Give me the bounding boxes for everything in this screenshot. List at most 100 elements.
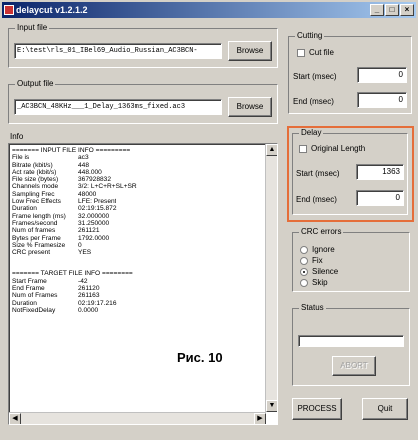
- info-row: Num of Frames 261163: [12, 292, 265, 299]
- info-value: 3/2: L+C+R+SL+SR: [78, 183, 137, 191]
- target-info-header: ======= TARGET FILE INFO ========: [12, 270, 133, 278]
- status-progress-bar: [298, 335, 404, 347]
- info-row: End Frame 261120: [12, 285, 265, 292]
- info-key: Channels mode: [12, 183, 59, 191]
- info-value: ac3: [78, 154, 89, 162]
- info-value: 261120: [78, 285, 100, 293]
- app-icon: [4, 5, 14, 15]
- info-value: 02:19:17.216: [78, 299, 117, 307]
- info-row: Frame length (ms) 32.000000: [12, 213, 265, 220]
- figure-caption: Рис. 10: [177, 350, 223, 365]
- info-row: Bitrate (kbit/s) 448: [12, 162, 265, 169]
- scroll-right-arrow-icon[interactable]: ▶: [254, 413, 266, 424]
- info-key: Num of frames: [12, 227, 56, 235]
- info-row: File size (bytes) 367928832: [12, 176, 265, 183]
- crc-errors-group: CRC errors: [292, 227, 410, 292]
- info-value: 261163: [78, 292, 100, 300]
- cut-file-label: Cut file: [309, 48, 334, 57]
- info-key: Frames/second: [12, 219, 58, 227]
- info-key: Duration: [12, 205, 37, 213]
- info-value: 31.250000: [78, 219, 110, 227]
- info-row: Duration 02:19:17.216: [12, 300, 265, 307]
- crc-errors-label: CRC errors: [299, 227, 344, 236]
- output-file-field[interactable]: _AC3BCN_48KHz___1_Delay_1363ms_fixed.ac3: [14, 99, 222, 115]
- info-key: Bytes per Frame: [12, 234, 61, 242]
- info-key: CRC present: [12, 249, 51, 257]
- crc-option-label: Fix: [312, 256, 323, 265]
- info-row: Frames/second 31.250000: [12, 220, 265, 227]
- info-key: NotFixedDelay: [12, 306, 56, 314]
- crc-option-label: Silence: [312, 267, 339, 276]
- crc-radio-fix[interactable]: [300, 257, 308, 265]
- info-value: 48000: [78, 190, 97, 198]
- process-button[interactable]: PROCESS: [292, 398, 342, 420]
- info-key: Frame length (ms): [12, 212, 66, 220]
- info-value: 1792.0000: [78, 234, 110, 242]
- info-row: Sampling Frec 48000: [12, 191, 265, 198]
- info-row: Channels mode 3/2: L+C+R+SL+SR: [12, 183, 265, 190]
- info-row: CRC present YES: [12, 249, 265, 256]
- info-row: NotFixedDelay 0.0000: [12, 307, 265, 314]
- info-key: File size (bytes): [12, 176, 59, 184]
- info-value: 261121: [78, 227, 100, 235]
- output-file-label: Output file: [15, 79, 56, 88]
- info-value: 32.000000: [78, 212, 110, 220]
- quit-button[interactable]: Quit: [362, 398, 408, 420]
- info-key: Start Frame: [12, 277, 47, 285]
- close-button[interactable]: ×: [400, 4, 414, 16]
- info-value: 0.0000: [78, 306, 99, 314]
- info-value: 448.000: [78, 168, 102, 176]
- scroll-up-arrow-icon[interactable]: ▲: [266, 144, 277, 156]
- input-info-header: ======= INPUT FILE INFO =========: [12, 147, 131, 154]
- info-row: File is ac3: [12, 154, 265, 161]
- window-title: delaycut v1.2.1.2: [16, 5, 88, 15]
- cut-start-field[interactable]: 0: [357, 67, 407, 83]
- crc-option-label: Skip: [312, 278, 328, 287]
- info-row: Size % Framesize 0: [12, 242, 265, 249]
- input-browse-button[interactable]: Browse: [228, 41, 272, 61]
- cut-end-field[interactable]: 0: [357, 92, 407, 108]
- info-value: 02:19:15.872: [78, 205, 117, 213]
- info-row: Num of frames 261121: [12, 227, 265, 234]
- info-value: LFE: Present: [78, 198, 117, 206]
- info-row: Start Frame -42: [12, 278, 265, 285]
- input-file-label: Input file: [15, 23, 50, 32]
- info-value: -42: [78, 277, 88, 285]
- info-value: 448: [78, 161, 90, 169]
- maximize-button[interactable]: □: [385, 4, 399, 16]
- info-key: Act rate (kbit/s): [12, 168, 57, 176]
- delaycut-window: delaycut v1.2.1.2 _ □ × Input file E:\te…: [0, 0, 418, 440]
- info-key: Size % Framesize: [12, 241, 66, 249]
- info-key: Num of Frames: [12, 292, 58, 300]
- info-key: Sampling Frec: [12, 190, 55, 198]
- cutting-label: Cutting: [295, 31, 325, 40]
- horizontal-scrollbar[interactable]: ◀ ▶: [9, 412, 266, 424]
- minimize-button[interactable]: _: [370, 4, 384, 16]
- scroll-left-arrow-icon[interactable]: ◀: [9, 413, 21, 424]
- vertical-scrollbar[interactable]: ▲ ▼: [265, 144, 277, 412]
- output-browse-button[interactable]: Browse: [228, 97, 272, 117]
- abort-button[interactable]: ABORT: [332, 356, 376, 376]
- cut-start-label: Start (msec): [293, 72, 337, 81]
- info-label: Info: [10, 132, 24, 141]
- info-row: Low Frec Effects LFE: Present: [12, 198, 265, 205]
- scroll-down-arrow-icon[interactable]: ▼: [266, 400, 277, 412]
- crc-radio-ignore[interactable]: [300, 246, 308, 254]
- info-value: 367928832: [78, 176, 112, 184]
- info-row: Duration 02:19:15.872: [12, 205, 265, 212]
- info-row: Bytes per Frame 1792.0000: [12, 235, 265, 242]
- crc-option-label: Ignore: [312, 245, 335, 254]
- info-value: 0: [78, 241, 82, 249]
- info-value: YES: [78, 249, 92, 257]
- crc-radio-skip[interactable]: [300, 279, 308, 287]
- cut-file-checkbox[interactable]: [297, 49, 305, 57]
- input-file-field[interactable]: E:\test\rls_01_IBel69_Audio_Russian_AC3B…: [14, 43, 222, 59]
- crc-radio-silence[interactable]: [300, 268, 308, 276]
- title-bar: delaycut v1.2.1.2 _ □ ×: [2, 2, 416, 18]
- info-key: Duration: [12, 299, 37, 307]
- info-row: Act rate (kbit/s) 448.000: [12, 169, 265, 176]
- status-label: Status: [299, 303, 326, 312]
- info-textbox[interactable]: ======= INPUT FILE INFO ========= File i…: [8, 143, 278, 425]
- info-key: File is: [12, 154, 30, 162]
- cut-end-label: End (msec): [293, 97, 334, 106]
